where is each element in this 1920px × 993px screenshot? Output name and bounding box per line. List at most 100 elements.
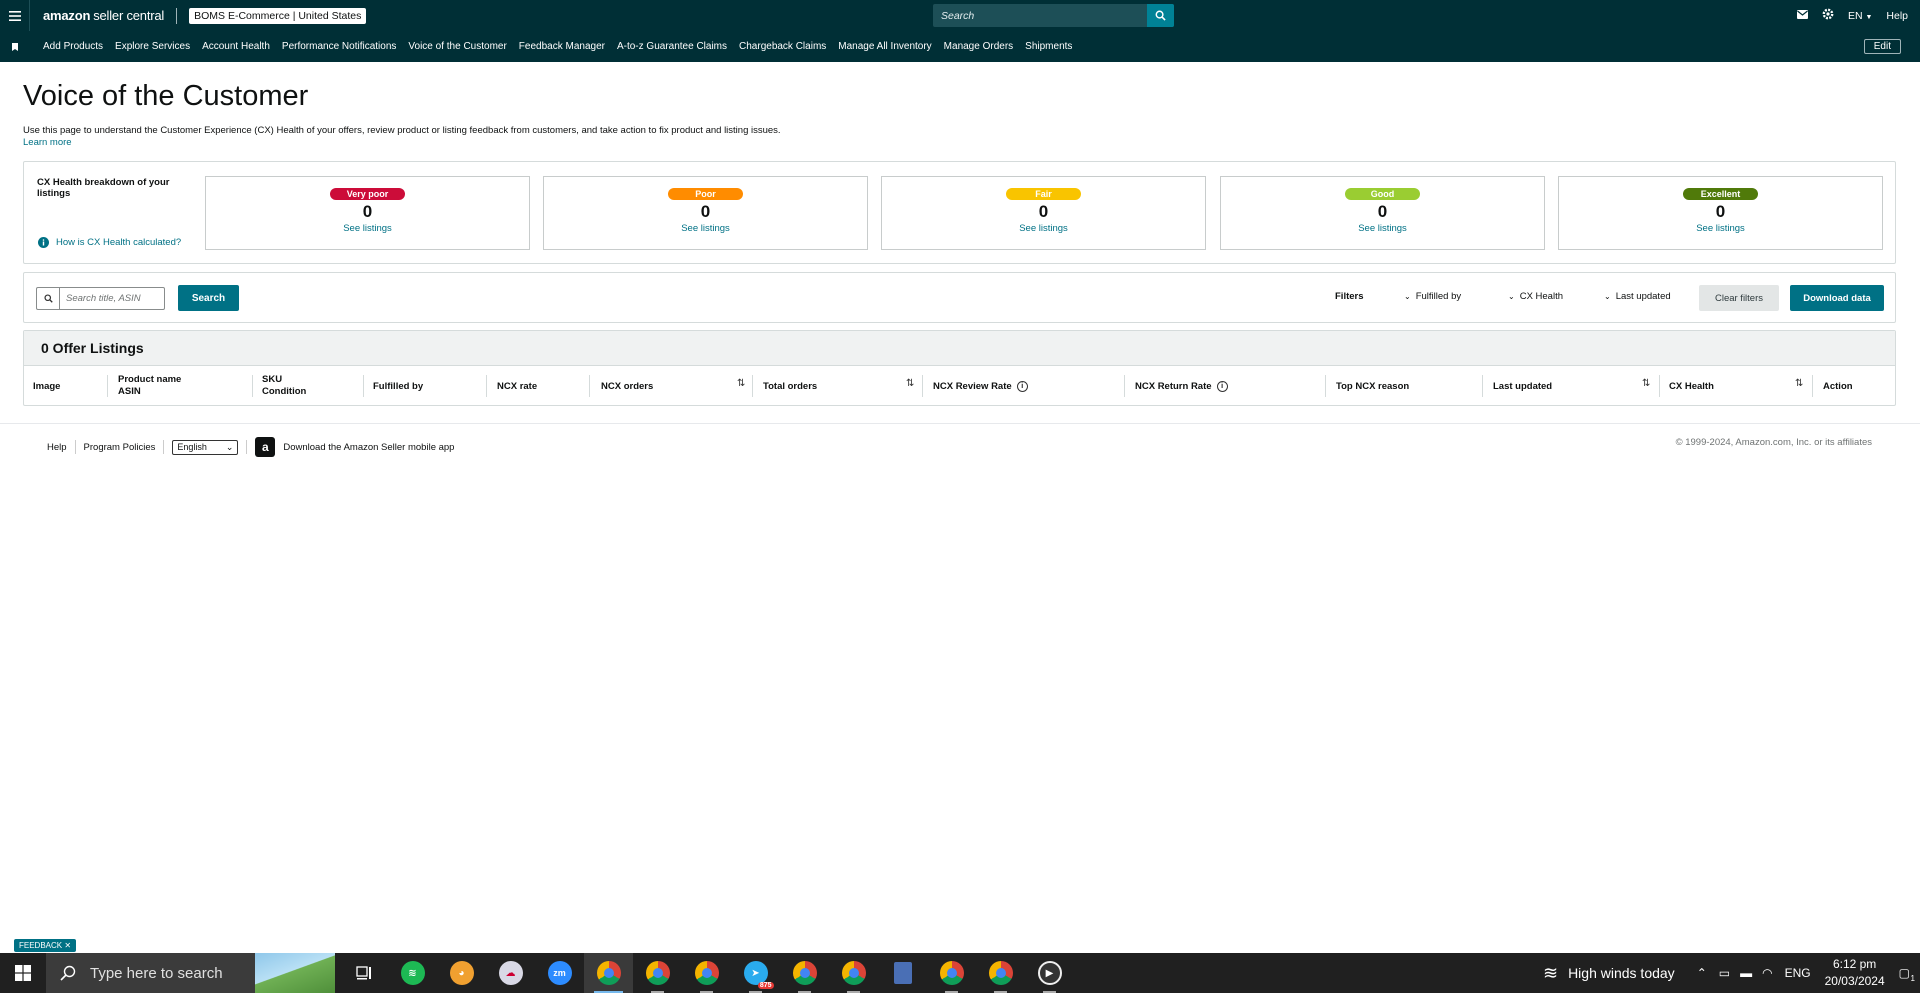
col-ncx-review-rate[interactable]: NCX Review Rate i xyxy=(933,366,1028,406)
windows-start-icon[interactable] xyxy=(0,953,46,993)
info-icon[interactable]: i xyxy=(1216,380,1228,392)
see-listings-link[interactable]: See listings xyxy=(206,223,529,234)
col-cx-health[interactable]: CX Health xyxy=(1669,366,1714,406)
nav-chargeback-claims[interactable]: Chargeback Claims xyxy=(739,41,826,52)
cx-card-fair: Fair 0 See listings xyxy=(881,176,1206,250)
col-top-ncx-reason[interactable]: Top NCX reason xyxy=(1336,366,1409,406)
search-icon xyxy=(37,288,60,309)
listing-search-input[interactable]: Search title, ASIN xyxy=(60,293,141,304)
learn-more-link[interactable]: Learn more xyxy=(23,137,781,149)
clear-filters-button[interactable]: Clear filters xyxy=(1699,285,1779,311)
seller-central-logo[interactable]: amazon seller central xyxy=(43,8,164,23)
see-listings-link[interactable]: See listings xyxy=(1221,223,1544,234)
nav-explore-services[interactable]: Explore Services xyxy=(115,41,190,52)
footer-help-link[interactable]: Help xyxy=(47,442,67,453)
cx-card-poor: Poor 0 See listings xyxy=(543,176,868,250)
chrome-profile-m2-icon[interactable] xyxy=(682,953,731,993)
orange-app-icon[interactable]: ◕ xyxy=(437,953,486,993)
see-listings-link[interactable]: See listings xyxy=(544,223,867,234)
see-listings-link[interactable]: See listings xyxy=(1559,223,1882,234)
nav-feedback-manager[interactable]: Feedback Manager xyxy=(519,41,605,52)
program-policies-link[interactable]: Program Policies xyxy=(84,442,156,453)
mobile-app-link[interactable]: Download the Amazon Seller mobile app xyxy=(283,442,454,453)
spotify-icon[interactable]: ≋ xyxy=(388,953,437,993)
nav-items: Add Products Explore Services Account He… xyxy=(43,41,1072,52)
sort-icon[interactable]: ⇅ xyxy=(906,378,914,389)
account-switcher[interactable]: BOMS E-Commerce | United States xyxy=(189,7,367,24)
col-label: Fulfilled by xyxy=(373,380,424,392)
caret-down-icon: ▼ xyxy=(1865,13,1873,21)
nav-manage-orders[interactable]: Manage Orders xyxy=(944,41,1013,52)
col-total-orders[interactable]: Total orders xyxy=(763,366,817,406)
col-ncx-rate[interactable]: NCX rate xyxy=(497,366,537,406)
edit-nav-button[interactable]: Edit xyxy=(1863,39,1901,54)
sort-icon[interactable]: ⇅ xyxy=(737,378,745,389)
device-icon[interactable]: ▭ xyxy=(1719,966,1730,980)
chrome-profile-s-icon[interactable] xyxy=(780,953,829,993)
language-selector[interactable]: EN ▼ xyxy=(1848,10,1872,22)
clock[interactable]: 6:12 pm 20/03/2024 xyxy=(1825,956,1885,990)
sort-icon[interactable]: ⇅ xyxy=(1642,378,1650,389)
nav-performance-notifications[interactable]: Performance Notifications xyxy=(282,41,397,52)
chrome-profile-l-icon[interactable] xyxy=(976,953,1025,993)
chrome-profile-m-icon[interactable] xyxy=(584,953,633,993)
close-icon[interactable]: ✕ xyxy=(64,941,71,950)
global-search-input[interactable]: Search xyxy=(933,10,1147,22)
chrome-profile-r-icon[interactable] xyxy=(829,953,878,993)
column-divider xyxy=(1659,375,1660,397)
search-button[interactable]: Search xyxy=(178,285,239,311)
clock-time: 6:12 pm xyxy=(1832,957,1877,971)
task-view-icon[interactable] xyxy=(339,953,388,993)
telegram-icon[interactable]: ➤ 875 xyxy=(731,953,780,993)
input-language[interactable]: ENG xyxy=(1785,966,1811,980)
weather-widget[interactable]: ≋ High winds today xyxy=(1543,963,1675,984)
wifi-icon[interactable]: ◠ xyxy=(1762,966,1772,980)
menu-icon[interactable] xyxy=(0,0,30,31)
card-count: 0 xyxy=(1377,202,1388,221)
language-label: EN xyxy=(1847,9,1863,22)
language-select[interactable]: English ⌄ xyxy=(172,439,239,455)
download-data-button[interactable]: Download data xyxy=(1790,285,1884,311)
chrome-profile-k-icon[interactable] xyxy=(927,953,976,993)
col-sku[interactable]: SKU Condition xyxy=(262,366,306,406)
col-ncx-orders[interactable]: NCX orders xyxy=(601,366,653,406)
col-fulfilled-by[interactable]: Fulfilled by xyxy=(373,366,423,406)
col-label: Last updated xyxy=(1493,380,1553,392)
mail-icon[interactable] xyxy=(1796,9,1808,22)
zoom-icon[interactable]: zm xyxy=(535,953,584,993)
search-icon[interactable] xyxy=(1147,4,1174,27)
see-listings-link[interactable]: See listings xyxy=(882,223,1205,234)
nav-shipments[interactable]: Shipments xyxy=(1025,41,1072,52)
nav-voice-of-the-customer[interactable]: Voice of the Customer xyxy=(408,41,506,52)
calculator-icon[interactable] xyxy=(878,953,927,993)
last-updated-dropdown[interactable]: ⌄ Last updated xyxy=(1604,291,1671,302)
media-player-icon[interactable]: ▶ xyxy=(1025,953,1074,993)
help-link[interactable]: Help xyxy=(1886,10,1908,22)
cx-health-dropdown[interactable]: ⌄ CX Health xyxy=(1508,291,1563,302)
fulfilled-by-dropdown[interactable]: ⌄ Fulfilled by xyxy=(1404,291,1461,302)
info-icon[interactable]: i xyxy=(1016,380,1028,392)
search-icon xyxy=(60,965,76,981)
nav-a-to-z-claims[interactable]: A-to-z Guarantee Claims xyxy=(617,41,727,52)
bookmark-icon[interactable] xyxy=(0,42,30,51)
global-search[interactable]: Search xyxy=(933,4,1174,27)
feedback-tab[interactable]: FEEDBACK ✕ xyxy=(14,939,77,952)
col-ncx-return-rate[interactable]: NCX Return Rate i xyxy=(1135,366,1228,406)
notification-icon[interactable]: ▢ 1 xyxy=(1899,966,1915,983)
cloud-app-icon[interactable]: ☁ xyxy=(486,953,535,993)
status-badge: Fair xyxy=(1006,188,1081,200)
sort-icon[interactable]: ⇅ xyxy=(1795,378,1803,389)
col-last-updated[interactable]: Last updated xyxy=(1493,366,1552,406)
nav-add-products[interactable]: Add Products xyxy=(43,41,103,52)
listing-search[interactable]: Search title, ASIN xyxy=(36,287,165,310)
cx-health-how-link[interactable]: How is CX Health calculated? xyxy=(38,237,181,248)
chrome-profile-icon[interactable] xyxy=(633,953,682,993)
taskbar-search[interactable]: Type here to search xyxy=(46,953,335,993)
col-product-name[interactable]: Product name ASIN xyxy=(118,366,181,406)
battery-icon[interactable]: ▬ xyxy=(1740,966,1752,980)
nav-manage-inventory[interactable]: Manage All Inventory xyxy=(838,41,931,52)
nav-account-health[interactable]: Account Health xyxy=(202,41,270,52)
gear-icon[interactable] xyxy=(1822,8,1834,23)
chevron-up-icon[interactable]: ⌃ xyxy=(1697,966,1707,980)
taskbar-search-input[interactable]: Type here to search xyxy=(90,965,223,982)
